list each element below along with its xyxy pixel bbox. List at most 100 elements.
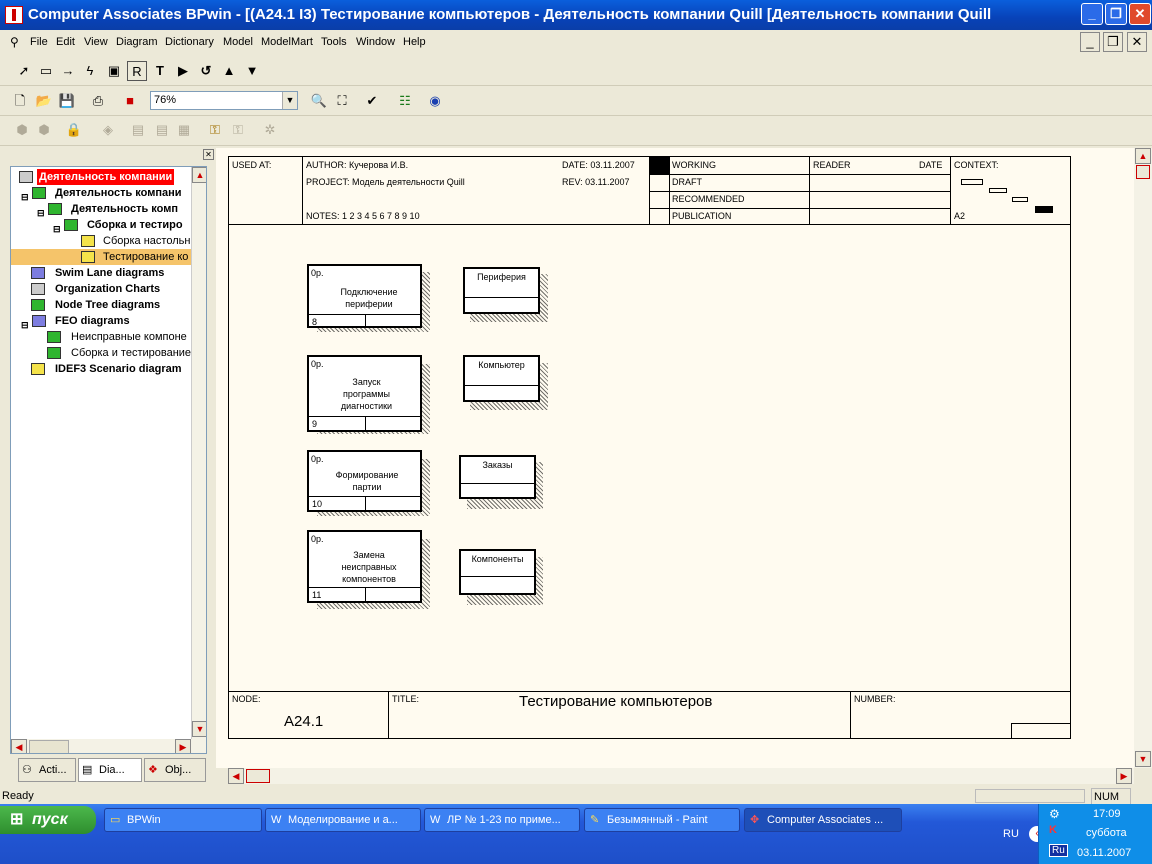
arrow-tool-icon[interactable]: →	[58, 61, 78, 81]
doc-close-button[interactable]: ✕	[1127, 32, 1147, 52]
scroll-right-icon[interactable]: ▶	[1116, 768, 1132, 784]
collapse-icon[interactable]: ⊟	[37, 205, 45, 221]
spell-check-icon[interactable]: ✔	[362, 91, 382, 111]
key2-icon[interactable]: ⚿	[228, 120, 248, 140]
new-icon[interactable]: 🗋	[10, 91, 30, 111]
tab-diagrams[interactable]: ▤ Dia...	[78, 758, 142, 782]
tree-node-a24-selected[interactable]: Тестирование ко	[11, 249, 206, 265]
lock-icon[interactable]: 🔒	[64, 120, 84, 140]
task-paint[interactable]: ✎ Безымянный - Paint	[584, 808, 740, 832]
open-icon[interactable]: 📂	[34, 91, 54, 111]
go-up-icon[interactable]: ▲	[219, 61, 239, 81]
zoom-in-icon[interactable]: 🔍	[309, 91, 329, 111]
tree-vscroll[interactable]: ▲ ▼	[191, 167, 206, 739]
close-button[interactable]: ✕	[1129, 3, 1151, 25]
activity-box[interactable]: 0р. Замена неисправных компонентов 11	[307, 530, 422, 603]
menu-view[interactable]: View	[84, 36, 108, 48]
reference-tool-icon[interactable]: R	[127, 61, 147, 81]
save-icon[interactable]: 💾	[57, 91, 77, 111]
tree-hscroll[interactable]: ◀ ▶	[11, 739, 206, 753]
scroll-left-icon[interactable]: ◀	[228, 768, 244, 784]
menu-tools[interactable]: Tools	[321, 36, 347, 48]
activity-number: 9	[312, 419, 318, 429]
model-explorer-icon[interactable]: ☷	[395, 91, 415, 111]
grid-icon[interactable]: ▦	[174, 120, 194, 140]
menu-file[interactable]: File	[30, 36, 48, 48]
color-icon[interactable]: ■	[120, 91, 140, 111]
menu-modelmart[interactable]: ModelMart	[261, 36, 313, 48]
maximize-button[interactable]: ❐	[1105, 3, 1127, 25]
next-level-icon[interactable]: ▶	[173, 61, 193, 81]
scroll-thumb[interactable]	[29, 740, 69, 753]
doc-minimize-button[interactable]: _	[1080, 32, 1100, 52]
doc-restore-button[interactable]: ❐	[1103, 32, 1123, 52]
data-store[interactable]: Компьютер	[463, 355, 540, 402]
tab-objects[interactable]: ❖ Obj...	[144, 758, 206, 782]
activity-box-tool-icon[interactable]: ▭	[36, 61, 56, 81]
data-store[interactable]: Заказы	[459, 455, 536, 499]
modelmart-icon[interactable]: ◉	[425, 91, 445, 111]
zoom-fit-icon[interactable]: ⛶	[332, 91, 352, 111]
scroll-left-icon[interactable]: ◀	[11, 739, 27, 753]
bug-icon[interactable]: ✲	[260, 120, 280, 140]
canvas-vscroll[interactable]: ▲ ▼	[1134, 148, 1152, 768]
go-to-parent-icon[interactable]: ↺	[196, 61, 216, 81]
antivirus-icon[interactable]: K	[1049, 824, 1057, 836]
task-bpwin[interactable]: ▭ BPWin	[104, 808, 262, 832]
report-icon[interactable]: ▤	[128, 120, 148, 140]
activity-number: 8	[312, 317, 318, 327]
collapse-icon[interactable]: ⊟	[53, 221, 61, 237]
menu-model[interactable]: Model	[223, 36, 253, 48]
collapse-icon[interactable]: ⊟	[21, 317, 29, 333]
task-word-2[interactable]: W ЛР № 1-23 по приме...	[424, 808, 580, 832]
go-down-icon[interactable]: ▼	[242, 61, 262, 81]
scroll-down-icon[interactable]: ▼	[192, 721, 206, 737]
task-word-1[interactable]: W Моделирование и а...	[265, 808, 421, 832]
doc-icon[interactable]: ⚲	[10, 35, 19, 49]
clock-time[interactable]: 17:09	[1093, 808, 1121, 820]
tab-activities[interactable]: ⚇ Acti...	[18, 758, 76, 782]
text-tool-icon[interactable]: T	[150, 61, 170, 81]
diagram-title: Тестирование компьютеров	[519, 693, 713, 710]
word-icon: W	[430, 814, 441, 826]
chevron-down-icon[interactable]: ▼	[282, 92, 297, 109]
swim-lane-icon	[31, 267, 45, 279]
menu-dictionary[interactable]: Dictionary	[165, 36, 214, 48]
pointer-tool-icon[interactable]: ➚	[14, 61, 34, 81]
data-store-label: Компоненты	[471, 554, 524, 564]
data-store[interactable]: Периферия	[463, 267, 540, 314]
mart2-icon[interactable]: ⬢	[34, 120, 54, 140]
mart-icon[interactable]: ⬢	[12, 120, 32, 140]
menu-window[interactable]: Window	[356, 36, 395, 48]
scroll-thumb[interactable]	[1136, 165, 1150, 179]
scroll-right-icon[interactable]: ▶	[175, 739, 191, 753]
activity-box[interactable]: 0р. Запуск программы диагностики 9	[307, 355, 422, 432]
task-bpwin-active[interactable]: ✥ Computer Associates ...	[744, 808, 902, 832]
offpage-tool-icon[interactable]: ▣	[104, 61, 124, 81]
scroll-thumb[interactable]	[246, 769, 270, 783]
scroll-up-icon[interactable]: ▲	[192, 167, 206, 183]
activity-box[interactable]: 0р. Подключение периферии 8	[307, 264, 422, 328]
report2-icon[interactable]: ▤	[152, 120, 172, 140]
data-store[interactable]: Компоненты	[459, 549, 536, 595]
squiggle-tool-icon[interactable]: ϟ	[80, 61, 100, 81]
keyboard-layout-icon[interactable]: Ru	[1049, 844, 1068, 857]
collapse-icon[interactable]: ⊟	[21, 189, 29, 205]
scroll-down-icon[interactable]: ▼	[1135, 751, 1151, 767]
canvas-hscroll[interactable]: ◀ ▶	[228, 768, 1134, 784]
app-icon[interactable]	[5, 6, 23, 24]
language-indicator[interactable]: RU	[1003, 828, 1019, 840]
scroll-up-icon[interactable]: ▲	[1135, 148, 1151, 164]
cube-icon[interactable]: ◈	[98, 120, 118, 140]
zoom-combo[interactable]: 76%	[150, 91, 298, 110]
menu-diagram[interactable]: Diagram	[116, 36, 158, 48]
key-icon[interactable]: ⚿	[205, 120, 225, 140]
tray-app-icon[interactable]: ⚙	[1049, 807, 1060, 821]
activity-box[interactable]: 0р. Формирование партии 10	[307, 450, 422, 512]
menu-help[interactable]: Help	[403, 36, 426, 48]
start-button[interactable]: ⊞ пуск	[0, 806, 96, 834]
print-icon[interactable]: ⎙	[88, 91, 108, 111]
close-explorer-icon[interactable]: ✕	[203, 149, 214, 160]
minimize-button[interactable]: _	[1081, 3, 1103, 25]
menu-edit[interactable]: Edit	[56, 36, 75, 48]
